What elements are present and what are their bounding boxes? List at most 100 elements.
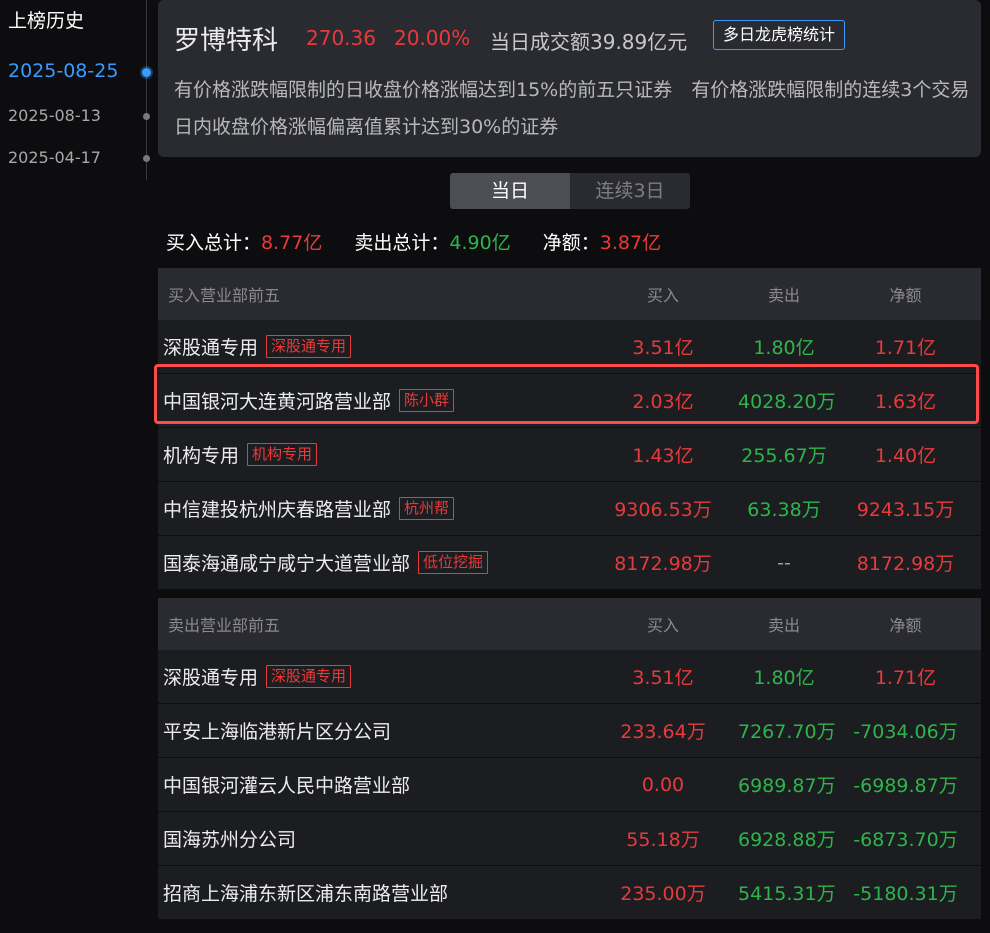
broker-name-cell: 招商上海浦东新区浦东南路营业部: [158, 879, 588, 906]
column-header-buy: 买入: [646, 616, 679, 635]
broker-name-cell: 中国银河大连黄河路营业部 陈小群: [158, 387, 588, 414]
broker-name-cell: 中信建投杭州庆春路营业部 杭州帮: [158, 495, 588, 522]
tab-3days[interactable]: 连续3日: [570, 173, 690, 209]
net-amount: -7034.06万: [853, 721, 958, 743]
table-title: 卖出营业部前五: [168, 616, 281, 635]
stock-header-card: 罗博特科 270.36 20.00% 当日成交额39.89亿元 多日龙虎榜统计 …: [158, 0, 981, 157]
history-date-item[interactable]: 2025-08-25: [8, 60, 118, 82]
turnover-text: 当日成交额39.89亿元: [490, 30, 688, 54]
table-row[interactable]: 深股通专用 深股通专用 3.51亿 1.80亿 1.71亿: [158, 650, 981, 704]
broker-name: 中国银河大连黄河路营业部: [163, 391, 392, 413]
buy-amount: 55.18万: [626, 829, 700, 851]
broker-name: 国泰海通咸宁咸宁大道营业部: [163, 553, 411, 575]
lhb-panel: 上榜历史 2025-08-25 2025-08-13 2025-04-17 罗博…: [0, 0, 990, 933]
buy-amount: 3.51亿: [632, 667, 694, 689]
broker-name: 深股通专用: [163, 337, 259, 359]
buy-amount: 3.51亿: [632, 337, 694, 359]
sell-amount: 6928.88万: [738, 829, 836, 851]
sell-amount: --: [777, 551, 791, 574]
net-amount: 1.71亿: [874, 337, 937, 359]
broker-tag[interactable]: 机构专用: [247, 443, 318, 466]
sell-total: 卖出总计：4.90亿: [354, 228, 510, 255]
timeline-dot-active: [142, 68, 151, 77]
table-row[interactable]: 中国银河灌云人民中路营业部 0.00 6989.87万 -6989.87万: [158, 758, 981, 812]
table-row[interactable]: 国海苏州分公司 55.18万 6928.88万 -6873.70万: [158, 812, 981, 866]
broker-name: 深股通专用: [163, 667, 259, 689]
multi-day-stats-button[interactable]: 多日龙虎榜统计: [713, 20, 846, 50]
broker-name-cell: 国泰海通咸宁咸宁大道营业部 低位挖掘: [158, 549, 588, 576]
tab-today[interactable]: 当日: [450, 173, 570, 209]
table-header: 卖出营业部前五 买入 卖出 净额: [158, 598, 981, 650]
table-row[interactable]: 深股通专用 深股通专用 3.51亿 1.80亿 1.71亿: [158, 320, 981, 374]
net-total-value: 3.87亿: [599, 232, 662, 254]
period-tabs: 当日 连续3日: [450, 173, 690, 209]
sell-amount: 4028.20万: [738, 391, 836, 413]
timeline-dot: [143, 113, 150, 120]
net-amount: 1.71亿: [874, 667, 937, 689]
history-title: 上榜历史: [8, 10, 85, 32]
buy-amount: 235.00万: [620, 883, 706, 905]
timeline-line: [146, 0, 147, 180]
broker-name: 国海苏州分公司: [163, 829, 297, 851]
broker-name-cell: 深股通专用 深股通专用: [158, 663, 588, 690]
broker-name-cell: 中国银河灌云人民中路营业部: [158, 771, 588, 798]
buy-total: 买入总计：8.77亿: [166, 228, 322, 255]
net-total: 净额：3.87亿: [543, 228, 661, 255]
buy-amount: 2.03亿: [632, 391, 694, 413]
broker-name: 平安上海临港新片区分公司: [163, 721, 392, 743]
table-header: 买入营业部前五 买入 卖出 净额: [158, 268, 981, 320]
buy-brokers-table: 买入营业部前五 买入 卖出 净额 深股通专用 深股通专用 3.51亿 1.80亿 1.7…: [158, 268, 981, 590]
net-amount: 9243.15万: [856, 499, 955, 521]
buy-total-label: 买入总计：: [166, 232, 262, 254]
buy-amount: 0.00: [641, 773, 685, 796]
broker-name-cell: 平安上海临港新片区分公司: [158, 717, 588, 744]
totals-summary: 买入总计：8.77亿 卖出总计：4.90亿 净额：3.87亿: [166, 228, 687, 255]
broker-name-cell: 国海苏州分公司: [158, 825, 588, 852]
table-row[interactable]: 国泰海通咸宁咸宁大道营业部 低位挖掘 8172.98万 -- 8172.98万: [158, 536, 981, 590]
buy-amount: 1.43亿: [632, 445, 694, 467]
table-title: 买入营业部前五: [168, 286, 281, 305]
broker-tag[interactable]: 陈小群: [399, 389, 455, 412]
listing-reason: 有价格涨跌幅限制的日收盘价格涨幅达到15%的前五只证券 有价格涨跌幅限制的连续3…: [174, 79, 970, 138]
history-sidebar: 上榜历史 2025-08-25 2025-08-13 2025-04-17: [0, 0, 151, 933]
history-date-item[interactable]: 2025-08-13: [8, 106, 101, 125]
table-row[interactable]: 中信建投杭州庆春路营业部 杭州帮 9306.53万 63.38万 9243.15万: [158, 482, 981, 536]
net-total-label: 净额：: [542, 232, 600, 254]
buy-amount: 233.64万: [620, 721, 706, 743]
broker-name: 机构专用: [163, 445, 240, 467]
net-amount: 1.40亿: [874, 445, 937, 467]
net-amount: -5180.31万: [853, 883, 958, 905]
buy-amount: 8172.98万: [614, 553, 712, 575]
sell-amount: 7267.70万: [738, 721, 836, 743]
column-header-sell: 卖出: [767, 286, 800, 305]
table-row[interactable]: 招商上海浦东新区浦东南路营业部 235.00万 5415.31万 -5180.31万: [158, 866, 981, 920]
sell-total-label: 卖出总计：: [354, 232, 450, 254]
stock-name[interactable]: 罗博特科: [174, 20, 278, 57]
column-header-buy: 买入: [646, 286, 679, 305]
broker-name: 中国银河灌云人民中路营业部: [163, 775, 411, 797]
table-row[interactable]: 机构专用 机构专用 1.43亿 255.67万 1.40亿: [158, 428, 981, 482]
broker-tag[interactable]: 杭州帮: [399, 497, 455, 520]
net-amount: -6989.87万: [853, 775, 958, 797]
broker-name: 招商上海浦东新区浦东南路营业部: [163, 883, 449, 905]
sell-amount: 63.38万: [747, 499, 821, 521]
column-header-sell: 卖出: [767, 616, 800, 635]
sell-total-value: 4.90亿: [449, 232, 511, 254]
column-header-net: 净额: [889, 286, 922, 305]
broker-tag[interactable]: 低位挖掘: [418, 551, 489, 574]
net-amount: -6873.70万: [853, 829, 958, 851]
sell-amount: 1.80亿: [753, 667, 815, 689]
broker-name: 中信建投杭州庆春路营业部: [163, 499, 392, 521]
sell-amount: 6989.87万: [738, 775, 836, 797]
net-amount: 1.63亿: [874, 391, 937, 413]
table-row[interactable]: 平安上海临港新片区分公司 233.64万 7267.70万 -7034.06万: [158, 704, 981, 758]
timeline-dot: [143, 155, 150, 162]
table-row[interactable]: 中国银河大连黄河路营业部 陈小群 2.03亿 4028.20万 1.63亿: [158, 374, 981, 428]
broker-tag[interactable]: 深股通专用: [266, 665, 352, 688]
sell-amount: 255.67万: [741, 445, 827, 467]
sell-amount: 5415.31万: [738, 883, 836, 905]
history-date-item[interactable]: 2025-04-17: [8, 148, 101, 167]
broker-tag[interactable]: 深股通专用: [266, 335, 352, 358]
net-amount: 8172.98万: [856, 553, 955, 575]
stock-price: 270.36: [306, 26, 376, 50]
